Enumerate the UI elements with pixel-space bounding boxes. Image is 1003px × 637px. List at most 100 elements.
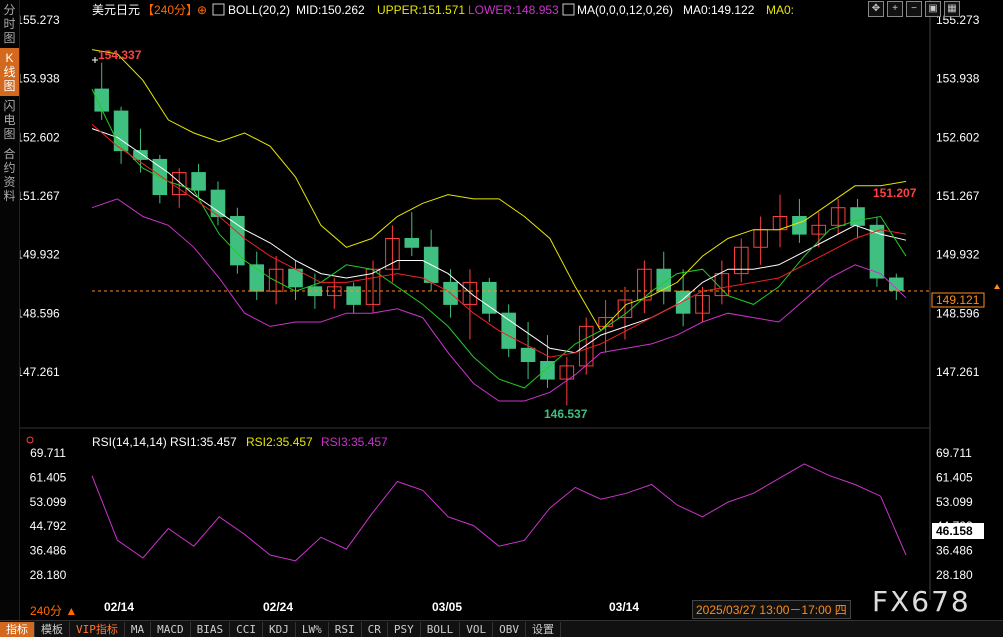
period-selector[interactable]: 240分 ▲ <box>30 602 77 619</box>
candle-body <box>520 347 536 362</box>
rsi-tick-left: 69.711 <box>30 446 66 460</box>
price-tick: 149.932 <box>936 248 980 262</box>
candlestick-series <box>94 62 904 406</box>
indicator-tab-7[interactable]: KDJ <box>263 621 296 637</box>
ma0b-value: MA0: <box>766 3 794 17</box>
sidebar-tab-2[interactable]: 闪 电 图 <box>0 96 19 144</box>
annotation-high1: 154.337 <box>98 48 142 62</box>
sidebar-tab-1[interactable]: K 线 图 <box>0 48 19 96</box>
boll-name: BOLL(20,2) <box>228 3 290 17</box>
current-price: 149.121 <box>936 293 980 307</box>
rsi-tick-left: 36.486 <box>30 544 67 558</box>
indicator-tab-9[interactable]: RSI <box>329 621 362 637</box>
current-rsi: 46.158 <box>936 524 973 538</box>
rsi3-value: RSI3:35.457 <box>321 435 388 449</box>
price-axis: 155.273155.273153.938153.938152.602152.6… <box>16 13 979 379</box>
zoom-out-icon[interactable]: − <box>906 1 922 17</box>
indicator-tab-2[interactable]: VIP指标 <box>70 621 125 637</box>
rsi-settings-icon[interactable] <box>26 436 34 444</box>
price-arrow-icon <box>994 284 1000 289</box>
rsi-tick-left: 28.180 <box>30 568 67 582</box>
move-icon[interactable]: ✥ <box>868 1 884 17</box>
indicator-tab-15[interactable]: 设置 <box>526 621 561 637</box>
indicator-tab-3[interactable]: MA <box>125 621 152 637</box>
line-ma12 <box>91 88 907 389</box>
rsi-tick: 61.405 <box>936 470 973 484</box>
grid-icon[interactable]: ▦ <box>944 1 960 17</box>
price-tick-left: 151.267 <box>16 189 60 203</box>
line-mid <box>91 128 907 354</box>
annotation-low: 146.537 <box>544 407 588 421</box>
period-label-header[interactable]: 【240分】 <box>142 3 198 17</box>
rsi-line <box>91 463 907 562</box>
boll-mid: MID:150.262 <box>296 3 365 17</box>
date-tick: 02/24 <box>263 600 293 614</box>
date-tick: 02/14 <box>104 600 134 614</box>
rsi-tick: 36.486 <box>936 544 973 558</box>
indicator-tab-12[interactable]: BOLL <box>421 621 461 637</box>
ma-name: MA(0,0,0,12,0,26) <box>577 3 673 17</box>
rsi-tick: 53.099 <box>936 495 973 509</box>
indicator-tab-0[interactable]: 指标 <box>0 621 35 637</box>
indicator-icon[interactable] <box>212 3 225 16</box>
indicator-tab-4[interactable]: MACD <box>151 621 191 637</box>
candle-body <box>346 286 361 305</box>
price-tick-left: 152.602 <box>16 130 60 144</box>
ma0-value: MA0:149.122 <box>683 3 755 17</box>
rsi-name: RSI(14,14,14) <box>92 435 167 449</box>
symbol-label: 美元日元 <box>92 3 140 17</box>
sidebar-tab-3[interactable]: 合 约 资 料 <box>0 144 19 206</box>
price-tick: 148.596 <box>936 306 980 320</box>
sidebar: 分 时 图K 线 图闪 电 图合 约 资 料 <box>0 0 20 620</box>
price-tick: 153.938 <box>936 72 980 86</box>
line-ma26 <box>91 123 907 358</box>
candle-body <box>656 268 672 292</box>
date-axis: 02/14 02/24 03/05 03/14 <box>104 600 639 614</box>
annotation-high2: 151.207 <box>873 186 917 200</box>
indicator-lines <box>91 49 907 402</box>
candle-body <box>191 172 206 191</box>
rsi-tick: 69.711 <box>936 446 972 460</box>
indicator-tab-13[interactable]: VOL <box>460 621 494 637</box>
candle-body <box>482 281 497 314</box>
price-tick-left: 149.932 <box>16 248 60 262</box>
boll-lower: LOWER:148.953 <box>468 3 559 17</box>
lock-icon[interactable]: ▣ <box>925 1 941 17</box>
rsi-tick: 28.180 <box>936 568 973 582</box>
rsi-tick-left: 61.405 <box>30 470 67 484</box>
date-tick: 03/14 <box>609 600 639 614</box>
datetime-label: 2025/03/27 13:00－17:00 四 <box>692 600 851 619</box>
rsi-tick-left: 53.099 <box>30 495 67 509</box>
zoom-in-icon[interactable]: + <box>887 1 903 17</box>
price-tick: 147.261 <box>936 365 980 379</box>
price-tick: 152.602 <box>936 130 980 144</box>
indicator-tab-8[interactable]: LW% <box>296 621 329 637</box>
date-tick: 03/05 <box>432 600 462 614</box>
indicator-tab-6[interactable]: CCI <box>230 621 263 637</box>
price-tick: 151.267 <box>936 189 980 203</box>
boll-upper: UPPER:151.571 <box>377 3 465 17</box>
indicator-icon-2[interactable] <box>562 3 575 16</box>
chart-toolbar: ✥ + − ▣ ▦ <box>868 1 960 17</box>
price-tick-left: 155.273 <box>16 13 60 27</box>
watermark: FX678 <box>872 585 971 618</box>
price-tick-left: 147.261 <box>16 365 60 379</box>
rsi-axis: 69.711 69.711 61.405 61.405 53.099 53.099 44.7… <box>30 446 973 582</box>
indicator-tab-14[interactable]: OBV <box>493 621 526 637</box>
indicator-tab-1[interactable]: 模板 <box>35 621 70 637</box>
rsi2-value: RSI2:35.457 <box>246 435 313 449</box>
indicator-tab-5[interactable]: BIAS <box>191 621 231 637</box>
candle-body <box>792 216 807 235</box>
candle-body <box>133 150 148 160</box>
price-tick-left: 153.938 <box>16 72 60 86</box>
indicator-tab-bar: 指标 模板 VIP指标 MA MACD BIAS CCI KDJ LW% RSI CR PSY BOLL… <box>0 620 1003 637</box>
rsi-tick-left: 44.792 <box>30 519 67 533</box>
indicator-tab-10[interactable]: CR <box>362 621 388 637</box>
sidebar-tab-0[interactable]: 分 时 图 <box>0 0 19 48</box>
price-tick-left: 148.596 <box>16 306 60 320</box>
indicator-tab-11[interactable]: PSY <box>388 621 421 637</box>
settings-icon[interactable]: ⊕ <box>197 3 207 17</box>
chart-canvas[interactable]: 美元日元 【240分】 ⊕ BOLL(20,2) MID:150.262 UPP… <box>0 0 1003 620</box>
candle-body <box>501 312 516 349</box>
candle-body <box>850 207 865 226</box>
